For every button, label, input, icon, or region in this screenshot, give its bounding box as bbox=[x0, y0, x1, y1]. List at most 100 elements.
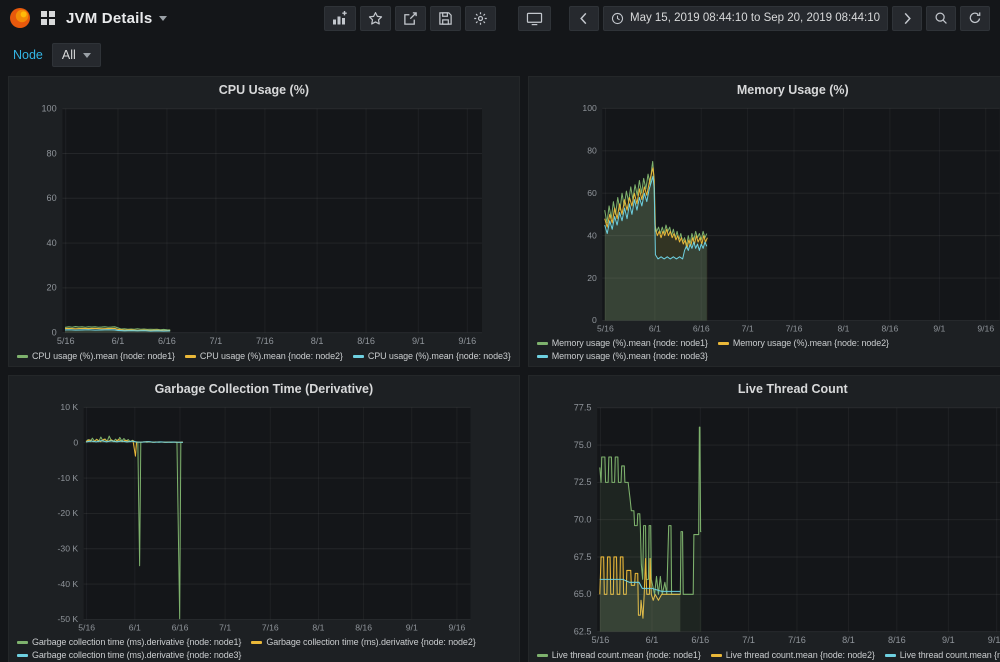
panel-header: CPU Usage (%) bbox=[9, 77, 519, 102]
panel-title[interactable]: CPU Usage (%) bbox=[219, 83, 309, 97]
legend-item[interactable]: CPU usage (%).mean {node: node2} bbox=[185, 351, 343, 361]
svg-text:10 K: 10 K bbox=[60, 402, 78, 412]
legend-item[interactable]: Live thread count.mean {node: node2} bbox=[711, 650, 875, 660]
legend-row: Live thread count.mean {node: node1} Live… bbox=[537, 650, 1000, 660]
dashboard-submenu: Node All bbox=[0, 36, 1000, 74]
svg-text:9/1: 9/1 bbox=[406, 622, 418, 632]
legend-item[interactable]: Garbage collection time (ms).derivative … bbox=[17, 637, 241, 647]
time-back-button[interactable] bbox=[569, 6, 599, 31]
legend-item[interactable]: CPU usage (%).mean {node: node3} bbox=[353, 351, 511, 361]
refresh-icon bbox=[968, 11, 982, 25]
legend-label: CPU usage (%).mean {node: node2} bbox=[200, 351, 343, 361]
dashboards-grid-icon[interactable] bbox=[40, 10, 56, 26]
gc-time-chart[interactable]: 5/166/16/167/17/168/18/169/19/1610 K0-10… bbox=[15, 401, 513, 634]
svg-text:8/16: 8/16 bbox=[888, 635, 906, 645]
svg-text:8/1: 8/1 bbox=[837, 323, 849, 333]
svg-text:6/16: 6/16 bbox=[693, 323, 710, 333]
panel-header: Live Thread Count bbox=[529, 376, 1000, 401]
svg-text:20: 20 bbox=[587, 273, 597, 283]
svg-text:6/16: 6/16 bbox=[691, 635, 709, 645]
svg-text:8/16: 8/16 bbox=[357, 336, 375, 346]
legend-item[interactable]: Memory usage (%).mean {node: node3} bbox=[537, 351, 708, 361]
svg-text:-30 K: -30 K bbox=[58, 543, 79, 553]
chevron-down-icon bbox=[83, 53, 91, 58]
dashboard-title-dropdown[interactable]: JVM Details bbox=[66, 10, 167, 27]
gear-icon bbox=[473, 11, 488, 26]
legend-item[interactable]: Live thread count.mean {node: node3} bbox=[885, 650, 1000, 660]
legend-item[interactable]: CPU usage (%).mean {node: node1} bbox=[17, 351, 175, 361]
panel-title[interactable]: Memory Usage (%) bbox=[737, 83, 849, 97]
memory-usage-chart[interactable]: 5/166/16/167/17/168/18/169/19/1602040608… bbox=[535, 102, 1000, 335]
svg-text:65.0: 65.0 bbox=[573, 589, 591, 599]
time-forward-button[interactable] bbox=[892, 6, 922, 31]
series-color-marker bbox=[17, 641, 28, 644]
svg-text:6/1: 6/1 bbox=[645, 635, 658, 645]
refresh-button[interactable] bbox=[960, 6, 990, 31]
legend-label: Garbage collection time (ms).derivative … bbox=[266, 637, 475, 647]
cpu-usage-chart[interactable]: 5/166/16/167/17/168/18/169/19/1602040608… bbox=[15, 102, 513, 348]
svg-text:77.5: 77.5 bbox=[573, 403, 591, 413]
svg-text:60: 60 bbox=[47, 193, 57, 203]
series-color-marker bbox=[185, 355, 196, 358]
chevron-down-icon bbox=[159, 16, 167, 21]
plot-area: 5/166/16/167/17/168/18/169/19/1610 K0-10… bbox=[15, 401, 513, 634]
share-button[interactable] bbox=[395, 6, 426, 31]
time-range-button[interactable]: May 15, 2019 08:44:10 to Sep 20, 2019 08… bbox=[603, 6, 888, 31]
star-button[interactable] bbox=[360, 6, 391, 31]
legend-label: CPU usage (%).mean {node: node3} bbox=[368, 351, 511, 361]
svg-text:8/16: 8/16 bbox=[355, 622, 372, 632]
variable-node-dropdown[interactable]: All bbox=[52, 43, 101, 67]
svg-text:6/16: 6/16 bbox=[172, 622, 189, 632]
series-color-marker bbox=[17, 654, 28, 657]
svg-text:7/16: 7/16 bbox=[262, 622, 279, 632]
svg-text:80: 80 bbox=[587, 146, 597, 156]
svg-text:-40 K: -40 K bbox=[58, 579, 79, 589]
star-icon bbox=[368, 11, 383, 26]
magnifier-icon bbox=[934, 11, 948, 25]
svg-text:62.5: 62.5 bbox=[573, 627, 591, 637]
svg-text:6/1: 6/1 bbox=[112, 336, 125, 346]
legend-item[interactable]: Live thread count.mean {node: node1} bbox=[537, 650, 701, 660]
live-thread-count-chart[interactable]: 5/166/16/167/17/168/18/169/19/1662.565.0… bbox=[535, 401, 1000, 647]
series-color-marker bbox=[353, 355, 364, 358]
panel-title[interactable]: Garbage Collection Time (Derivative) bbox=[155, 382, 374, 396]
grafana-logo[interactable] bbox=[8, 6, 32, 30]
settings-button[interactable] bbox=[465, 6, 496, 31]
plot-area: 5/166/16/167/17/168/18/169/19/1602040608… bbox=[535, 102, 1000, 335]
svg-text:7/16: 7/16 bbox=[788, 635, 806, 645]
svg-text:9/1: 9/1 bbox=[933, 323, 945, 333]
svg-text:0: 0 bbox=[73, 437, 78, 447]
legend-label: Memory usage (%).mean {node: node1} bbox=[552, 338, 708, 348]
svg-text:7/16: 7/16 bbox=[785, 323, 802, 333]
legend-item[interactable]: Garbage collection time (ms).derivative … bbox=[251, 637, 475, 647]
plot-area: 5/166/16/167/17/168/18/169/19/1662.565.0… bbox=[535, 401, 1000, 647]
legend-item[interactable]: Garbage collection time (ms).derivative … bbox=[17, 650, 241, 660]
svg-text:8/1: 8/1 bbox=[311, 336, 324, 346]
cycle-view-button[interactable] bbox=[518, 6, 551, 31]
zoom-out-button[interactable] bbox=[926, 6, 956, 31]
svg-text:67.5: 67.5 bbox=[573, 552, 591, 562]
legend-item[interactable]: Memory usage (%).mean {node: node1} bbox=[537, 338, 708, 348]
time-range-label: May 15, 2019 08:44:10 to Sep 20, 2019 08… bbox=[630, 12, 880, 24]
svg-text:0: 0 bbox=[592, 315, 597, 325]
navbar-actions: May 15, 2019 08:44:10 to Sep 20, 2019 08… bbox=[324, 6, 990, 31]
svg-text:5/16: 5/16 bbox=[591, 635, 609, 645]
save-button[interactable] bbox=[430, 6, 461, 31]
legend-label: Live thread count.mean {node: node3} bbox=[900, 650, 1000, 660]
svg-text:60: 60 bbox=[587, 188, 597, 198]
legend: Garbage collection time (ms).derivative … bbox=[9, 634, 519, 662]
panel-header: Garbage Collection Time (Derivative) bbox=[9, 376, 519, 401]
svg-text:5/16: 5/16 bbox=[597, 323, 614, 333]
legend-row: Garbage collection time (ms).derivative … bbox=[17, 637, 511, 647]
svg-text:7/1: 7/1 bbox=[219, 622, 231, 632]
svg-text:72.5: 72.5 bbox=[573, 477, 591, 487]
svg-text:5/16: 5/16 bbox=[57, 336, 75, 346]
svg-text:6/16: 6/16 bbox=[158, 336, 176, 346]
add-panel-button[interactable] bbox=[324, 6, 356, 31]
series-color-marker bbox=[537, 342, 548, 345]
legend: CPU usage (%).mean {node: node1} CPU usag… bbox=[9, 348, 519, 366]
legend-item[interactable]: Memory usage (%).mean {node: node2} bbox=[718, 338, 889, 348]
panel-title[interactable]: Live Thread Count bbox=[738, 382, 848, 396]
svg-text:-20 K: -20 K bbox=[58, 508, 79, 518]
svg-text:9/16: 9/16 bbox=[988, 635, 1000, 645]
